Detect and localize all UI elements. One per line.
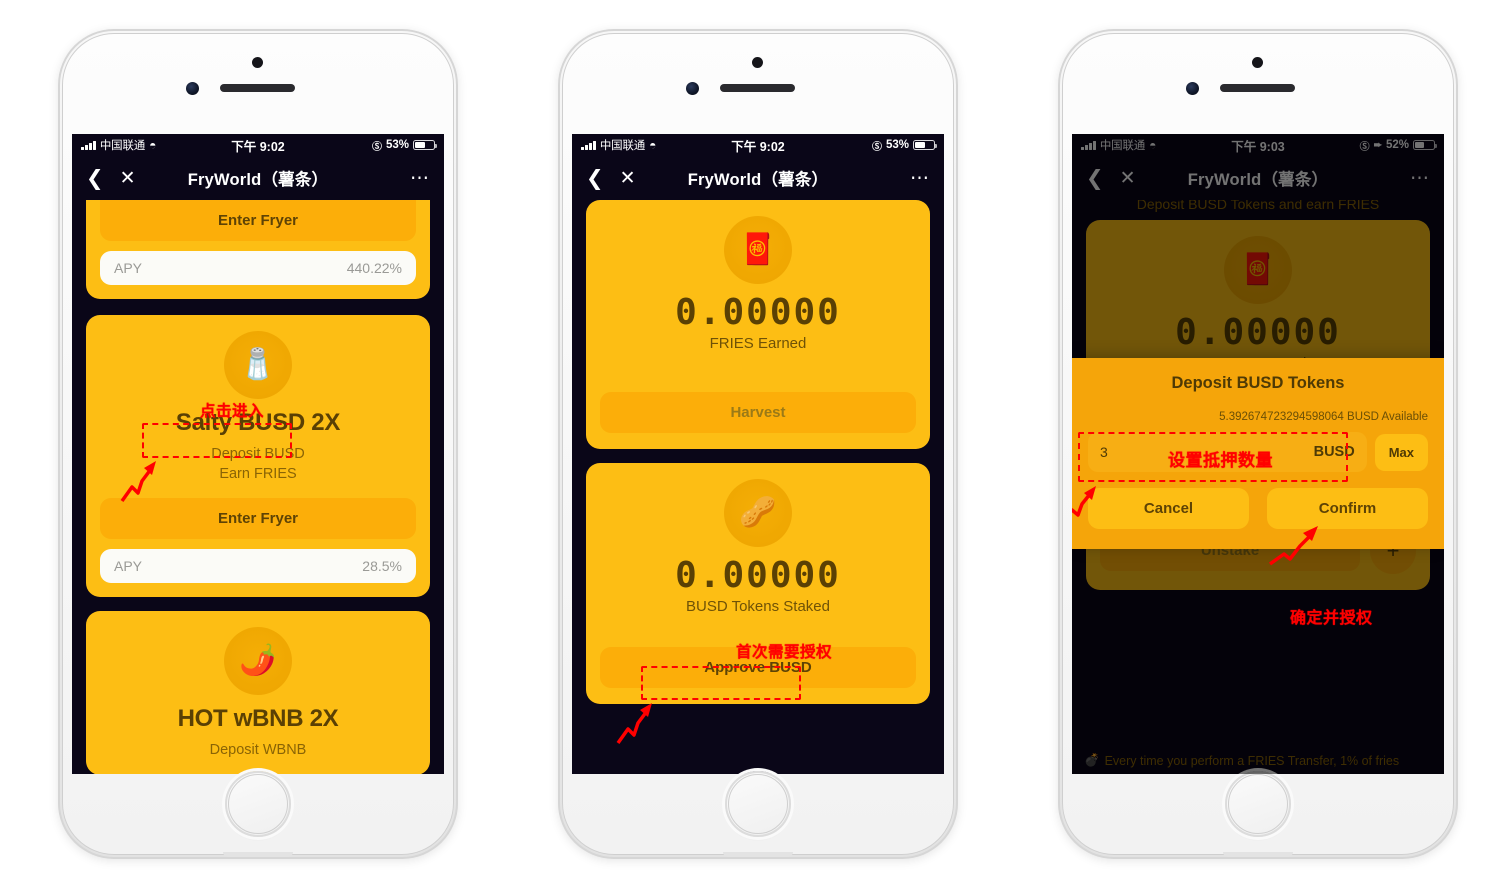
busd-staked-amount: 0.00000 [675, 554, 841, 596]
carrier-label: 中国联通 [599, 140, 646, 152]
pool-card-salty-busd: 🧂 Salty BUSD 2X Deposit BUSD Earn FRIES … [86, 315, 430, 598]
more-horizontal-icon[interactable]: ⋯ [910, 169, 930, 188]
battery-percent: 53% [885, 139, 909, 151]
confirm-button[interactable]: Confirm [1267, 488, 1428, 529]
nav-bar-1: ❮ ✕ FryWorld（薯条） ⋯ [72, 156, 444, 200]
apy-value: 440.22% [346, 260, 402, 276]
battery-icon [913, 139, 938, 151]
apy-bar: APY 28.5% [100, 549, 416, 584]
home-button[interactable] [225, 771, 291, 837]
earpiece-speaker [1220, 84, 1295, 92]
pool-sub-2: Earn FRIES [219, 465, 297, 482]
pool-sub-1: Deposit BUSD [211, 446, 305, 462]
salt-shaker-icon: 🧂 [224, 331, 292, 399]
status-right-2: Ⓢ 53% [871, 138, 938, 153]
deposit-modal: Deposit BUSD Tokens 5.392674723294598064… [1072, 358, 1444, 566]
app-content-1: Enter Fryer APY 440.22% 🧂 Salty BUSD 2X … [72, 200, 444, 774]
status-bar-1: 中国联通 ◓ 下午 9:02 Ⓢ 53% [72, 134, 444, 156]
proximity-sensor-icon [252, 57, 263, 68]
chevron-left-icon[interactable]: ❮ [86, 168, 104, 189]
screenshot-stage: 中国联通 ◓ 下午 9:02 Ⓢ 53% ❮ ✕ FryWorld（薯条） ⋯ [0, 0, 1500, 889]
app-content-2: 🧧 0.00000 FRIES Earned Harvest 🥜 0.00000… [572, 200, 944, 774]
enter-fryer-button-top[interactable]: Enter Fryer [100, 200, 416, 241]
annotation-click-enter: 点击进入 [200, 403, 265, 420]
home-button[interactable] [1225, 771, 1291, 837]
hot-pepper-icon: 🌶️ [224, 627, 292, 696]
annotation-arrow-icon [616, 702, 652, 744]
device-bottom-notch [723, 852, 793, 857]
busd-staked-card: 🥜 0.00000 BUSD Tokens Staked Approve BUS… [586, 462, 930, 744]
phone-2-screen: 中国联通 ◓ 下午 9:02 Ⓢ 53% ❮ ✕ FryWorld（薯条） ⋯ [572, 134, 944, 774]
close-x-icon[interactable]: ✕ [120, 169, 136, 188]
phone-device-2: 中国联通 ◓ 下午 9:02 Ⓢ 53% ❮ ✕ FryWorld（薯条） ⋯ [558, 29, 958, 859]
phone-device-1: 中国联通 ◓ 下午 9:02 Ⓢ 53% ❮ ✕ FryWorld（薯条） ⋯ [58, 29, 458, 859]
signal-bars-icon [581, 140, 596, 150]
modal-actions: Cancel Confirm [1088, 488, 1428, 529]
amount-input-value: 3 [1100, 444, 1108, 460]
peanut-icon: 🥜 [724, 478, 792, 547]
fries-earned-amount: 0.00000 [675, 292, 841, 333]
home-button[interactable] [725, 771, 791, 837]
rotation-lock-icon: Ⓢ [871, 141, 882, 153]
battery-icon [413, 139, 438, 151]
apy-label: APY [114, 260, 143, 276]
chevron-left-icon[interactable]: ❮ [586, 168, 604, 189]
amount-input-unit: BUSD [1313, 444, 1355, 460]
enter-fryer-button[interactable]: Enter Fryer [100, 498, 416, 540]
home-button-ring [1228, 774, 1288, 834]
phone-1-screen: 中国联通 ◓ 下午 9:02 Ⓢ 53% ❮ ✕ FryWorld（薯条） ⋯ [72, 134, 444, 774]
nav-bar-2: ❮ ✕ FryWorld（薯条） ⋯ [572, 156, 944, 200]
red-envelope-icon: 🧧 [724, 216, 792, 284]
proximity-sensor-icon [1252, 57, 1263, 68]
annotation-confirm-authorize: 确定并授权 [1290, 610, 1373, 627]
earpiece-speaker [720, 84, 795, 92]
carrier-label: 中国联通 [99, 140, 146, 152]
device-bottom-notch [1223, 852, 1293, 857]
wifi-icon: ◓ [649, 138, 657, 152]
modal-title: Deposit BUSD Tokens [1171, 374, 1345, 392]
pool-card-hot-wbnb: 🌶️ HOT wBNB 2X Deposit WBNB [86, 611, 430, 774]
fries-earned-label: FRIES Earned [709, 334, 807, 352]
apy-label: APY [114, 558, 143, 575]
partial-pool-card: Enter Fryer APY 440.22% [86, 200, 430, 299]
status-left-1: 中国联通 ◓ [81, 137, 156, 153]
busd-staked-label: BUSD Tokens Staked [686, 597, 830, 615]
apy-value: 28.5% [362, 558, 402, 575]
fries-earned-card: 🧧 0.00000 FRIES Earned Harvest [586, 200, 930, 449]
wifi-icon: ◓ [149, 138, 157, 152]
signal-bars-icon [81, 140, 96, 150]
apy-bar-top: APY 440.22% [100, 251, 416, 285]
max-button[interactable]: Max [1374, 433, 1428, 471]
front-camera-icon [1186, 82, 1199, 95]
rotation-lock-icon: Ⓢ [371, 141, 382, 153]
harvest-button[interactable]: Harvest [600, 391, 916, 433]
cancel-button[interactable]: Cancel [1088, 488, 1249, 529]
home-button-ring [728, 774, 788, 834]
earpiece-speaker [220, 84, 295, 92]
home-button-ring [228, 774, 288, 834]
annotation-set-stake-amount: 设置抵押数量 [1168, 451, 1273, 470]
close-x-icon[interactable]: ✕ [620, 169, 636, 188]
battery-percent: 53% [385, 139, 409, 151]
phone-3-screen: 中国联通 ◓ 下午 9:03 Ⓢ ➨ 52% ❮ ✕ FryWorld（薯条） … [1072, 134, 1444, 774]
phone-device-3: 中国联通 ◓ 下午 9:03 Ⓢ ➨ 52% ❮ ✕ FryWorld（薯条） … [1058, 29, 1458, 859]
available-balance: 5.392674723294598064 BUSD Available [1219, 411, 1428, 423]
front-camera-icon [186, 82, 199, 95]
pool-sub-1: Deposit WBNB [209, 742, 307, 759]
front-camera-icon [686, 82, 699, 95]
more-horizontal-icon[interactable]: ⋯ [410, 169, 430, 188]
status-bar-2: 中国联通 ◓ 下午 9:02 Ⓢ 53% [572, 134, 944, 156]
proximity-sensor-icon [752, 57, 763, 68]
status-right-1: Ⓢ 53% [371, 138, 438, 153]
device-bottom-notch [223, 852, 293, 857]
status-left-2: 中国联通 ◓ [581, 137, 656, 153]
pool-title: HOT wBNB 2X [177, 705, 339, 733]
annotation-first-time-approve: 首次需要授权 [736, 643, 833, 661]
